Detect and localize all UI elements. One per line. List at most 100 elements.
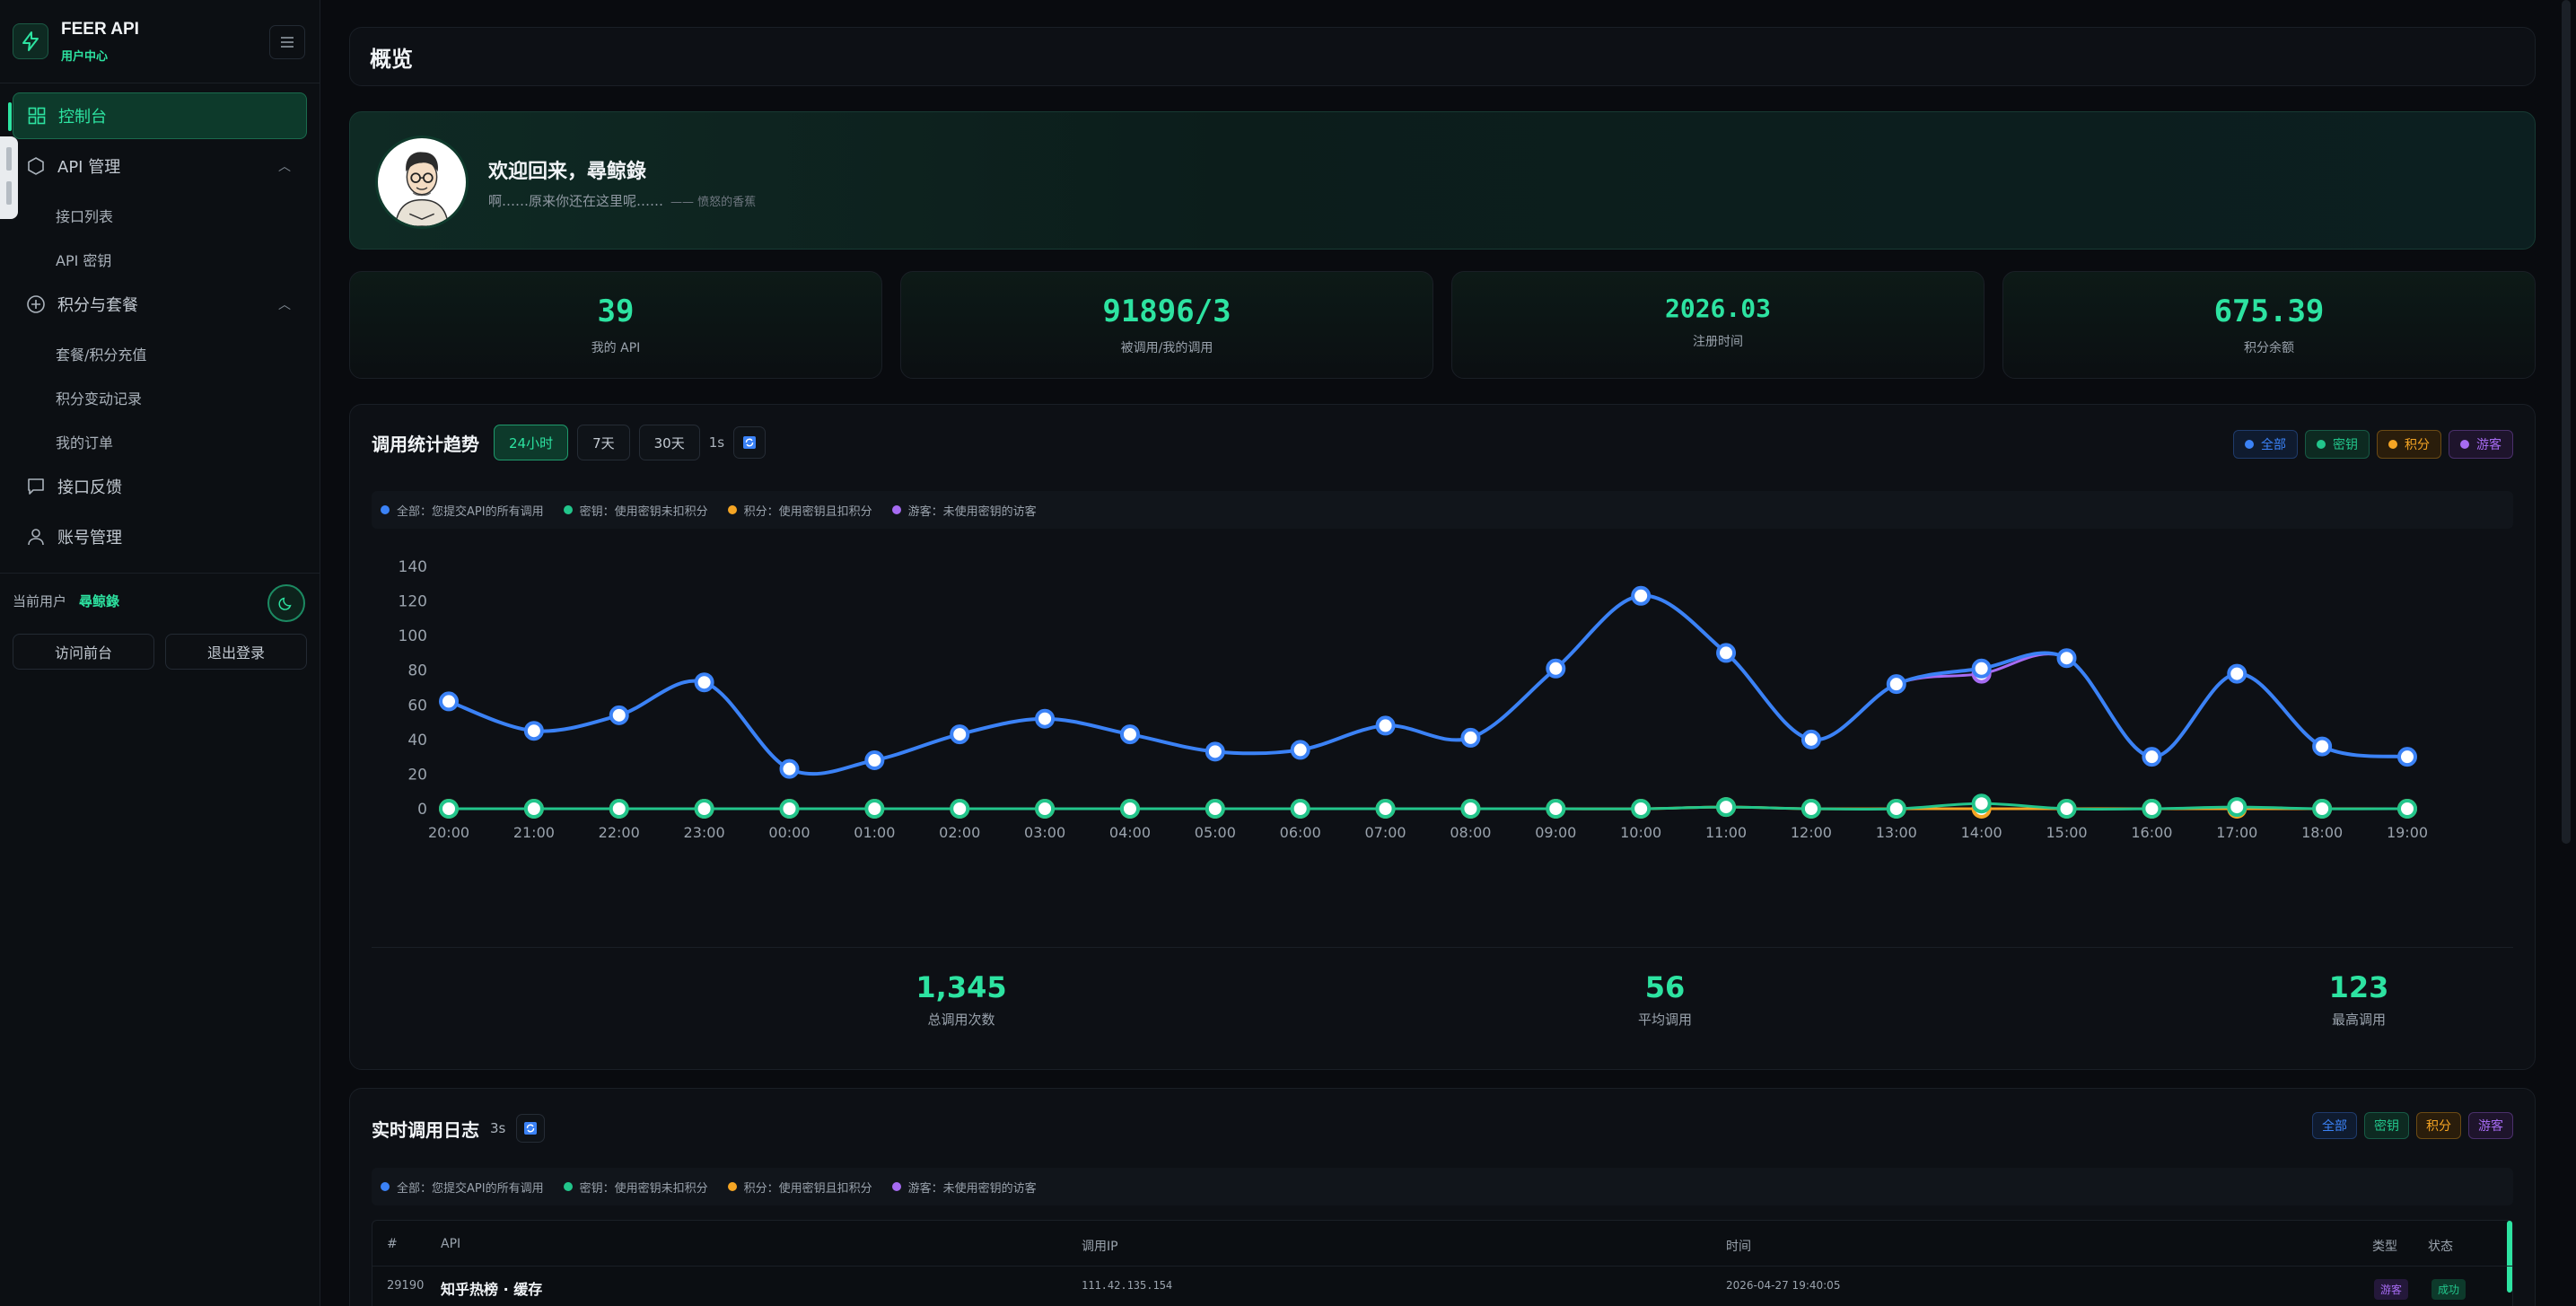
type-badge: 游客: [2374, 1279, 2409, 1300]
data-point: [1035, 799, 1056, 819]
log-filter-all[interactable]: 全部: [2312, 1112, 2357, 1139]
data-point: [1119, 799, 1140, 819]
range-24h-button[interactable]: 24小时: [494, 425, 569, 460]
data-point: [1801, 799, 1821, 819]
column-header: 类型: [2372, 1240, 2397, 1254]
log-filter-points[interactable]: 积分: [2416, 1112, 2461, 1139]
data-point: [1546, 658, 1566, 679]
tag-label: 全部: [2261, 438, 2286, 452]
menu-toggle-button[interactable]: [269, 25, 305, 59]
sidebar-subitem-recharge[interactable]: 套餐/积分充值: [0, 331, 320, 375]
cell-ip: 111.42.135.154: [1082, 1279, 1173, 1292]
data-point: [523, 799, 544, 819]
sidebar-item-points[interactable]: 积分与套餐 ︿: [13, 281, 307, 328]
data-point: [1205, 799, 1225, 819]
hamburger-icon: [281, 37, 294, 48]
sidebar-item-dashboard[interactable]: 控制台: [8, 92, 307, 139]
dot-icon: [891, 1182, 901, 1191]
y-tick-label: 100: [399, 627, 427, 645]
sidebar-item-feedback[interactable]: 接口反馈: [13, 463, 307, 510]
stat-label: 注册时间: [1693, 335, 1743, 349]
refresh-interval: 1s: [708, 434, 725, 451]
dot-icon: [891, 505, 901, 514]
range-30d-button[interactable]: 30天: [638, 425, 700, 460]
auto-refresh-toggle[interactable]: [733, 426, 767, 459]
sidebar-item-label: 控制台: [58, 108, 107, 127]
x-tick-label: 13:00: [1876, 824, 1917, 841]
data-point: [2312, 799, 2333, 819]
data-point: [1035, 708, 1056, 729]
legend-item: 全部：您提交API的所有调用: [381, 1179, 544, 1196]
stat-label: 我的 API: [591, 341, 641, 355]
chevron-up-icon: ︿: [278, 298, 291, 312]
data-point: [1375, 799, 1396, 819]
range-7d-button[interactable]: 7天: [577, 425, 630, 460]
filter-all-tag[interactable]: 全部: [2233, 430, 2298, 459]
legend-text: 全部：您提交API的所有调用: [397, 1181, 544, 1196]
page-scrollbar[interactable]: [2562, 0, 2571, 844]
tag-label: 游客: [2476, 438, 2502, 452]
x-tick-label: 10:00: [1620, 824, 1661, 841]
x-tick-label: 14:00: [1961, 824, 2002, 841]
sidebar-subitem-points-log[interactable]: 积分变动记录: [0, 375, 320, 419]
visit-front-button[interactable]: 访问前台: [13, 634, 154, 670]
data-point: [609, 705, 629, 725]
grid-icon: [26, 105, 48, 127]
filter-points-tag[interactable]: 积分: [2377, 430, 2441, 459]
divider: [372, 947, 2513, 948]
sidebar-subitem-api-list[interactable]: 接口列表: [0, 193, 320, 237]
theme-toggle-button[interactable]: [267, 584, 305, 622]
log-filter-guest[interactable]: 游客: [2468, 1112, 2513, 1139]
data-point: [1631, 799, 1652, 819]
trend-line-chart: 0 20 40 60 80 100 120 140 20:00 21:00 22:00 23:00 00…: [399, 558, 2429, 841]
chart-legend: 全部：您提交API的所有调用 密钥：使用密钥未扣积分 积分：使用密钥且扣积分 游…: [372, 491, 2513, 529]
data-point: [694, 799, 714, 819]
data-point: [609, 799, 629, 819]
data-point: [864, 750, 885, 770]
sidebar-item-label: 接口反馈: [57, 478, 122, 497]
data-point: [2227, 663, 2247, 684]
data-point: [1460, 727, 1481, 748]
tag-label: 密钥: [2333, 438, 2358, 452]
summary-max: 123 最高调用: [2224, 970, 2493, 1029]
auto-refresh-toggle[interactable]: [516, 1114, 546, 1143]
chevron-up-icon: ︿: [278, 160, 291, 174]
summary-total: 1,345 总调用次数: [827, 970, 1096, 1029]
filter-key-tag[interactable]: 密钥: [2305, 430, 2370, 459]
welcome-card: 欢迎回来，尋鲸錄 啊……原来你还在这里呢…… —— 愤怒的香蕉: [349, 111, 2536, 250]
summary-value: 56: [1644, 970, 1686, 1004]
sidebar-subitem-api-key[interactable]: API 密钥: [0, 237, 320, 281]
brand-title: FEER API: [61, 19, 139, 39]
stat-value: 675.39: [2213, 294, 2325, 329]
data-point: [2056, 648, 2077, 669]
series-line: [448, 802, 2408, 811]
y-tick-label: 120: [399, 593, 427, 611]
x-tick-label: 07:00: [1365, 824, 1406, 841]
x-tick-label: 12:00: [1791, 824, 1832, 841]
cell-api: 知乎热榜 · 缓存: [441, 1281, 543, 1298]
column-header: 时间: [1726, 1240, 1751, 1254]
current-user-label: 当前用户: [13, 593, 67, 609]
lightning-logo-icon: [13, 23, 48, 59]
sidebar-item-api-management[interactable]: API 管理 ︿: [13, 143, 307, 189]
sidebar-item-account[interactable]: 账号管理: [13, 513, 307, 560]
log-filter-key[interactable]: 密钥: [2364, 1112, 2409, 1139]
x-tick-label: 03:00: [1024, 824, 1065, 841]
sidebar-subitem-orders[interactable]: 我的订单: [0, 419, 320, 463]
tag-label: 积分: [2405, 438, 2430, 452]
data-point: [1375, 715, 1396, 736]
logout-button[interactable]: 退出登录: [165, 634, 307, 670]
dot-icon: [563, 505, 573, 514]
legend-item: 密钥：使用密钥未扣积分: [563, 502, 708, 519]
dot-icon: [381, 505, 390, 514]
filter-guest-tag[interactable]: 游客: [2449, 430, 2513, 459]
x-tick-label: 00:00: [768, 824, 810, 841]
cell-time: 2026-04-27 19:40:05: [1726, 1279, 1841, 1292]
x-tick-label: 15:00: [2046, 824, 2087, 841]
status-badge: 成功: [2431, 1279, 2466, 1300]
table-row[interactable]: 29190 知乎热榜 · 缓存 111.42.135.154 2026-04-2…: [372, 1266, 2512, 1306]
legend-item: 游客：未使用密钥的访客: [891, 502, 1037, 519]
series-line: [448, 594, 2408, 776]
data-point: [2056, 799, 2077, 819]
data-point: [2397, 747, 2417, 767]
